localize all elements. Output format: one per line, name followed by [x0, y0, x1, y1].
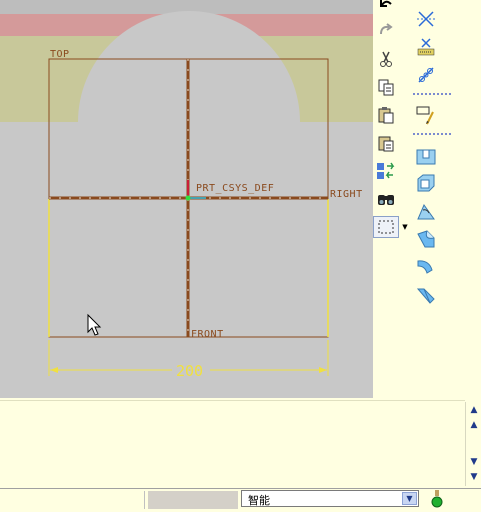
undo-icon[interactable]: [375, 0, 397, 16]
cut-icon[interactable]: [375, 48, 397, 70]
find-icon[interactable]: [375, 188, 397, 210]
right-toolbar: ▼: [373, 0, 481, 400]
csys-label[interactable]: PRT_CSYS_DEF: [196, 183, 274, 194]
select-dropdown-icon[interactable]: ▼: [400, 220, 410, 234]
message-scrollbar[interactable]: ▲ ▲ ▼ ▼: [465, 402, 481, 486]
chevron-down-icon[interactable]: ▼: [402, 492, 417, 505]
draft-icon[interactable]: [415, 200, 437, 222]
dimension-value[interactable]: 200: [176, 362, 203, 380]
scroll-up-icon[interactable]: ▲: [466, 402, 481, 418]
paste-icon[interactable]: [375, 104, 397, 126]
regenerate-icon[interactable]: [375, 160, 397, 182]
right-plane-label[interactable]: RIGHT: [330, 189, 363, 200]
datum-chain-icon[interactable]: [415, 64, 437, 86]
status-light-icon[interactable]: [430, 490, 444, 508]
model-viewport[interactable]: 200 PRT_CSYS_DEF TOP RIGHT FRONT: [0, 0, 373, 398]
edge-icon[interactable]: [415, 284, 437, 306]
status-panel-1: [2, 491, 145, 509]
chamfer-icon[interactable]: [415, 256, 437, 278]
selection-filter-value: 智能: [248, 494, 270, 507]
paste-special-icon[interactable]: [375, 132, 397, 154]
sketch-icon[interactable]: [415, 104, 437, 126]
scroll-up-icon-2[interactable]: ▲: [466, 417, 481, 433]
datum-axis-icon[interactable]: [415, 8, 437, 30]
copy-icon[interactable]: [375, 76, 397, 98]
redo-icon[interactable]: [375, 20, 397, 42]
selection-filter-select[interactable]: 智能 ▼: [241, 490, 419, 507]
shell-icon[interactable]: [415, 172, 437, 194]
status-panel-2: [148, 491, 238, 509]
csys-origin: [185, 195, 191, 201]
hole-icon[interactable]: [415, 146, 437, 168]
scroll-down-icon[interactable]: ▼: [466, 454, 481, 470]
select-box-icon[interactable]: [373, 216, 399, 238]
graphics-window[interactable]: 200 PRT_CSYS_DEF TOP RIGHT FRONT: [0, 0, 373, 398]
top-plane-label[interactable]: TOP: [50, 49, 70, 60]
datum-plane-icon[interactable]: [415, 36, 437, 58]
message-area: [0, 400, 465, 487]
toolbar-separator-2: [413, 133, 451, 135]
toolbar-separator: [413, 93, 451, 95]
round-icon[interactable]: [415, 228, 437, 250]
scroll-down-icon-2[interactable]: ▼: [466, 469, 481, 485]
front-plane-label[interactable]: FRONT: [191, 329, 224, 340]
